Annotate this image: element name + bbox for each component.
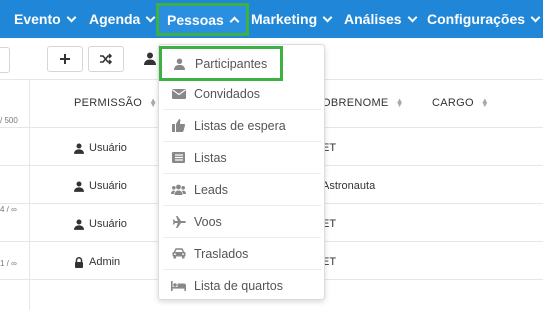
menu-item-label: Lista de quartos <box>194 279 283 293</box>
header-permissao-label: PERMISSÃO <box>74 97 143 109</box>
header-sobrenome[interactable]: OBRENOME ▲ ▼ <box>322 96 404 110</box>
chevron-down-icon <box>145 12 156 22</box>
pessoas-dropdown-menu: Participantes Convidados Listas de esper… <box>158 44 325 300</box>
user-icon <box>74 181 84 192</box>
menu-item-label: Voos <box>194 214 222 229</box>
nav-evento-label: Evento <box>14 11 61 27</box>
top-nav: Evento Agenda Pessoas Marketing Análises… <box>0 0 543 38</box>
add-button[interactable] <box>47 46 83 72</box>
shuffle-button[interactable] <box>88 46 124 72</box>
permission-cell: Admin <box>74 256 120 268</box>
permission-label: Usuário <box>89 142 127 154</box>
chevron-down-icon <box>530 12 541 22</box>
header-sobrenome-label: OBRENOME <box>322 97 389 109</box>
menu-item-traslados[interactable]: Traslados <box>163 238 321 270</box>
header-cargo-label: CARGO <box>432 97 474 109</box>
sort-icon: ▲ ▼ <box>149 96 158 109</box>
surname-cell: Astronauta <box>322 180 376 192</box>
permission-label: Usuário <box>89 218 127 230</box>
nav-agenda[interactable]: Agenda <box>89 0 156 38</box>
plus-icon <box>60 54 70 64</box>
user-icon <box>74 219 84 230</box>
search-input[interactable] <box>0 47 10 73</box>
left-cell: 1 / ∞ <box>0 259 17 268</box>
nav-analises[interactable]: Análises <box>344 0 418 38</box>
list-icon <box>171 150 186 165</box>
menu-item-listas-de-espera[interactable]: Listas de espera <box>163 110 321 142</box>
chevron-down-icon <box>66 12 77 22</box>
nav-configuracoes[interactable]: Configurações <box>427 0 541 38</box>
nav-configuracoes-label: Configurações <box>427 11 526 27</box>
user-icon <box>74 143 84 154</box>
bed-icon <box>171 279 186 294</box>
menu-item-label: Listas de espera <box>194 118 286 133</box>
car-icon <box>171 246 186 261</box>
nav-marketing-label: Marketing <box>251 11 318 27</box>
thumbs-up-icon <box>171 118 186 133</box>
chevron-down-icon <box>322 12 333 22</box>
user-icon <box>172 56 187 71</box>
chevron-down-icon <box>407 12 418 22</box>
menu-item-label: Leads <box>194 182 229 197</box>
menu-item-label: Traslados <box>194 246 249 261</box>
menu-item-voos[interactable]: Voos <box>163 206 321 238</box>
menu-item-listas[interactable]: Listas <box>163 142 321 174</box>
menu-item-convidados[interactable]: Convidados <box>163 78 321 110</box>
nav-evento[interactable]: Evento <box>14 0 77 38</box>
user-filter-icon[interactable] <box>144 52 156 70</box>
menu-item-participantes[interactable]: Participantes <box>159 46 283 81</box>
shuffle-icon <box>100 53 113 65</box>
permission-label: Usuário <box>89 180 127 192</box>
permission-cell: Usuário <box>74 180 127 192</box>
lock-icon <box>75 256 83 268</box>
sort-icon: ▲ ▼ <box>480 96 490 109</box>
permission-cell: Usuário <box>74 142 127 154</box>
users-icon <box>171 182 186 197</box>
permission-label: Admin <box>89 256 121 268</box>
left-cell: 4 / ∞ <box>0 205 17 214</box>
menu-item-label: Listas <box>194 150 227 165</box>
nav-pessoas[interactable]: Pessoas <box>156 3 249 36</box>
plane-icon <box>171 214 186 229</box>
header-cargo[interactable]: CARGO ▲ ▼ <box>432 96 490 110</box>
nav-marketing[interactable]: Marketing <box>251 0 333 38</box>
nav-analises-label: Análises <box>344 11 402 27</box>
nav-pessoas-label: Pessoas <box>167 11 224 28</box>
sort-icon: ▲ ▼ <box>395 96 404 109</box>
menu-item-leads[interactable]: Leads <box>163 174 321 206</box>
menu-item-lista-de-quartos[interactable]: Lista de quartos <box>163 270 321 302</box>
menu-item-label: Participantes <box>195 56 268 71</box>
left-cell: / 500 <box>0 116 18 125</box>
header-permissao[interactable]: PERMISSÃO ▲ ▼ <box>74 96 158 110</box>
nav-agenda-label: Agenda <box>89 11 141 27</box>
chevron-up-icon <box>229 16 240 27</box>
permission-cell: Usuário <box>74 218 127 230</box>
menu-item-label: Convidados <box>194 86 261 101</box>
envelope-icon <box>171 86 186 101</box>
